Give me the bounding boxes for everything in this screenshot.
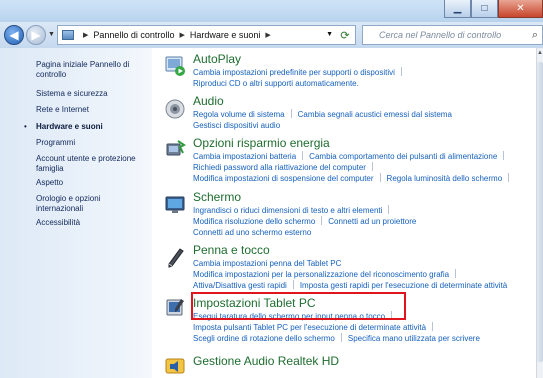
search-input[interactable]: Cerca nel Pannello di controllo ⌕ xyxy=(362,25,543,45)
main-content: AutoPlay Cambia impostazioni predefinite… xyxy=(152,48,536,378)
display-icon xyxy=(165,196,185,213)
sidebar-item-home[interactable]: Pagina iniziale Pannello di controllo xyxy=(36,60,148,80)
link-line: Regola volume di sistema Cambia segnali a… xyxy=(193,109,452,120)
task-link[interactable]: Regola volume di sistema xyxy=(193,110,285,119)
speaker-icon xyxy=(165,99,185,119)
task-link[interactable]: Cambia impostazioni batteria xyxy=(193,152,296,161)
link-line: Connetti ad uno schermo esterno xyxy=(193,227,311,238)
sidebar-item-user-accounts[interactable]: Account utente e protezione famiglia xyxy=(36,154,148,174)
link-line: Cambia impostazioni batteria Cambia compo… xyxy=(193,151,510,162)
link-separator xyxy=(290,109,292,118)
sidebar-item-accessibility[interactable]: Accessibilità xyxy=(36,218,148,228)
link-line: Modifica impostazioni per la personalizz… xyxy=(193,269,462,280)
link-separator xyxy=(292,280,294,289)
search-icon[interactable]: ⌕ xyxy=(532,29,538,42)
back-button[interactable]: ◀ xyxy=(4,25,24,45)
link-separator xyxy=(379,173,381,182)
task-link[interactable]: Connetti ad uno schermo esterno xyxy=(193,228,311,237)
category-title[interactable]: Schermo xyxy=(193,190,241,204)
refresh-icon[interactable]: ⟳ xyxy=(337,27,353,43)
maximize-button[interactable]: □ xyxy=(471,0,498,18)
sidebar-item-programs[interactable]: Programmi xyxy=(36,138,148,148)
address-bar[interactable]: ▶ Pannello di controllo ▶ Hardware e suo… xyxy=(57,25,356,45)
breadcrumb-hardware-sound[interactable]: Hardware e suoni xyxy=(190,30,261,40)
category-title[interactable]: Audio xyxy=(193,94,224,108)
task-link[interactable]: Specifica mano utilizzata per scrivere xyxy=(348,334,480,343)
category-title[interactable]: Gestione Audio Realtek HD xyxy=(193,354,339,368)
breadcrumb-separator-icon[interactable]: ▶ xyxy=(265,31,270,39)
control-panel-icon xyxy=(62,30,74,40)
sidebar: Pagina iniziale Pannello di controllo Si… xyxy=(0,48,152,378)
sidebar-item-network-internet[interactable]: Rete e Internet xyxy=(36,105,148,115)
task-link[interactable]: Modifica risoluzione dello schermo xyxy=(193,217,315,226)
navigation-bar: ◀ ▶ ▼ ▶ Pannello di controllo ▶ Hardware… xyxy=(0,22,543,48)
search-placeholder: Cerca nel Pannello di controllo xyxy=(379,30,502,40)
link-separator xyxy=(388,205,390,214)
category-title[interactable]: Penna e tocco xyxy=(193,243,270,257)
scroll-up-icon[interactable]: ▲ xyxy=(537,50,543,56)
task-link[interactable]: Gestisci dispositivi audio xyxy=(193,121,280,130)
task-link[interactable]: Imposta pulsanti Tablet PC per l'esecuzi… xyxy=(193,323,426,332)
sidebar-item-clock-region[interactable]: Orologio e opzioni internazionali xyxy=(36,194,148,214)
link-separator xyxy=(321,216,323,225)
task-link[interactable]: Scegli ordine di rotazione dello schermo xyxy=(193,334,335,343)
category-title[interactable]: AutoPlay xyxy=(193,52,241,66)
task-link[interactable]: Modifica impostazioni di sospensione del… xyxy=(193,174,374,183)
task-link[interactable]: Cambia comportamento dei pulsanti di ali… xyxy=(309,152,497,161)
task-link[interactable]: Cambia segnali acustici emessi dal siste… xyxy=(298,110,452,119)
current-section-bullet: • xyxy=(24,122,27,131)
sidebar-item-system-security[interactable]: Sistema e sicurezza xyxy=(36,89,148,99)
power-options-icon xyxy=(166,140,186,156)
scroll-thumb[interactable] xyxy=(537,62,543,362)
pen-icon xyxy=(168,248,184,268)
link-separator xyxy=(503,151,505,160)
link-separator xyxy=(400,67,402,76)
tablet-pc-icon xyxy=(166,299,184,316)
task-link[interactable]: Richiedi password alla riattivazione del… xyxy=(193,163,366,172)
link-separator xyxy=(371,162,373,171)
task-link[interactable]: Cambia impostazioni predefinite per supp… xyxy=(193,68,395,77)
link-separator xyxy=(302,151,304,160)
task-link[interactable]: Ingrandisci o riduci dimensioni di testo… xyxy=(193,206,382,215)
link-line: Scegli ordine di rotazione dello schermo… xyxy=(193,333,480,344)
sidebar-item-hardware-sound[interactable]: Hardware e suoni xyxy=(36,122,148,132)
link-separator xyxy=(340,333,342,342)
task-link[interactable]: Attiva/Disattiva gesti rapidi xyxy=(193,281,287,290)
link-separator xyxy=(455,269,457,278)
task-link[interactable]: Regola luminosità dello schermo xyxy=(387,174,503,183)
link-line: Imposta pulsanti Tablet PC per l'esecuzi… xyxy=(193,322,439,333)
link-line: Cambia impostazioni predefinite per supp… xyxy=(193,67,408,78)
vertical-scrollbar[interactable]: ▲ xyxy=(536,48,543,378)
breadcrumb-control-panel[interactable]: Pannello di controllo xyxy=(93,30,174,40)
link-line: Modifica risoluzione dello schermo Connet… xyxy=(193,216,416,227)
close-button[interactable]: ✕ xyxy=(498,0,543,18)
highlight-box xyxy=(191,292,406,320)
breadcrumb-separator-icon[interactable]: ▶ xyxy=(83,31,88,39)
title-bar: ▁ □ ✕ xyxy=(0,0,543,22)
sidebar-item-appearance[interactable]: Aspetto xyxy=(36,178,148,188)
realtek-audio-icon xyxy=(165,358,185,374)
link-line: Ingrandisci o riduci dimensioni di testo… xyxy=(193,205,395,216)
task-link[interactable]: Riproduci CD o altri supporti automatica… xyxy=(193,79,359,88)
link-line: Richiedi password alla riattivazione del… xyxy=(193,162,379,173)
task-link[interactable]: Cambia impostazioni penna del Tablet PC xyxy=(193,259,341,268)
address-dropdown-icon[interactable]: ▼ xyxy=(326,31,333,38)
link-line: Cambia impostazioni penna del Tablet PC xyxy=(193,258,341,269)
link-separator xyxy=(508,173,510,182)
link-line: Gestisci dispositivi audio xyxy=(193,120,280,131)
recent-pages-dropdown[interactable]: ▼ xyxy=(48,31,55,38)
category-title[interactable]: Opzioni risparmio energia xyxy=(193,136,330,150)
link-line: Riproduci CD o altri supporti automatica… xyxy=(193,78,359,89)
window-controls: ▁ □ ✕ xyxy=(444,0,543,19)
link-separator xyxy=(432,322,434,331)
task-link[interactable]: Connetti ad un proiettore xyxy=(328,217,416,226)
minimize-button[interactable]: ▁ xyxy=(444,0,471,18)
task-link[interactable]: Imposta gesti rapidi per l'esecuzione di… xyxy=(300,281,507,290)
task-link[interactable]: Modifica impostazioni per la personalizz… xyxy=(193,270,449,279)
link-line: Attiva/Disattiva gesti rapidi Imposta ges… xyxy=(193,280,507,291)
link-line: Modifica impostazioni di sospensione del… xyxy=(193,173,515,184)
autoplay-icon xyxy=(165,56,185,76)
breadcrumb-separator-icon[interactable]: ▶ xyxy=(179,31,184,39)
forward-button[interactable]: ▶ xyxy=(26,25,46,45)
